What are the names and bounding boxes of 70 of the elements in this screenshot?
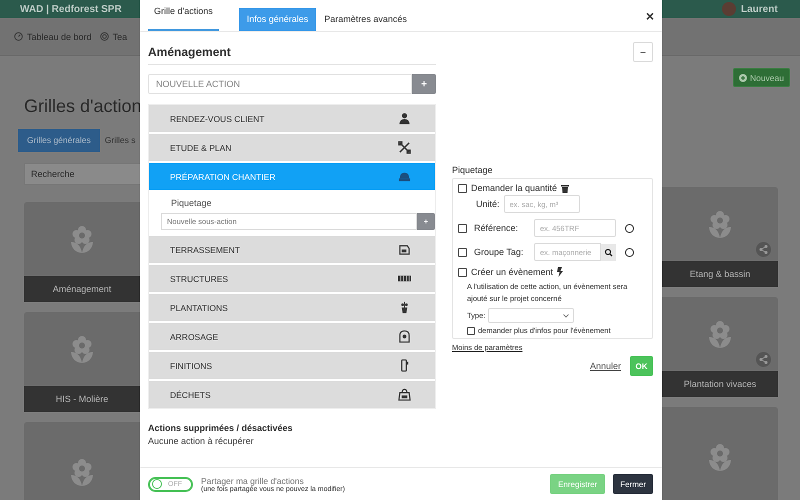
cancel-link[interactable]: Annuler: [590, 361, 621, 371]
grid-card[interactable]: Aménagement: [24, 202, 140, 302]
trash-icon: [561, 184, 570, 192]
checkbox[interactable]: [467, 326, 475, 334]
card-title: Aménagement: [24, 276, 140, 302]
action-item[interactable]: ETUDE & PLAN: [149, 134, 435, 161]
dialog-title-tab[interactable]: Grille d'actions: [148, 0, 219, 31]
flower-icon: [68, 334, 96, 364]
grid-card[interactable]: Plantation vivaces: [662, 297, 778, 397]
search-field[interactable]: Recherche: [24, 163, 140, 185]
option-label: Référence:: [473, 223, 520, 233]
user-name[interactable]: Laurent: [741, 4, 778, 14]
share-icon[interactable]: [756, 242, 771, 257]
plus-circle-icon: [738, 74, 747, 82]
tools-icon: [398, 141, 411, 154]
flower-icon: [706, 442, 734, 472]
brush-icon: [398, 359, 411, 372]
grid-tab[interactable]: Grilles générales: [18, 129, 100, 152]
chevron-down-icon: [563, 314, 570, 318]
action-item[interactable]: PLANTATIONS: [149, 294, 435, 321]
flower-icon: [706, 209, 734, 239]
action-item[interactable]: FINITIONS: [149, 352, 435, 379]
grid-name: Aménagement: [148, 45, 231, 59]
add-button[interactable]: +: [412, 74, 436, 94]
person-icon: [398, 112, 411, 125]
deleted-actions-title: Actions supprimées / désactivées: [148, 423, 294, 433]
option-label: Créer un évènement: [471, 267, 554, 277]
checkbox[interactable]: [458, 248, 467, 256]
flower-icon: [68, 224, 96, 254]
checkbox[interactable]: [458, 268, 467, 276]
new-button[interactable]: Nouveau: [732, 68, 790, 87]
card-title: Etang & bassin: [662, 261, 778, 287]
settings-title: Piquetage: [452, 165, 494, 175]
close-dialog-button[interactable]: Fermer: [613, 474, 653, 494]
new-action-field[interactable]: NOUVELLE ACTION: [148, 74, 412, 94]
page-heading: Grilles d'action: [24, 96, 140, 117]
action-item[interactable]: STRUCTURES: [149, 265, 435, 292]
dome-icon: [398, 330, 411, 343]
deleted-actions-text: Aucune action à récupérer: [148, 436, 255, 446]
unit-label: Unité:: [476, 199, 500, 209]
option-label: Demander la quantité: [471, 183, 558, 193]
grid-card[interactable]: HIS - Molière: [24, 312, 140, 412]
close-button[interactable]: ×: [646, 8, 654, 24]
brand-name: WAD | Redforest SPR: [20, 4, 122, 14]
share-label: Partager ma grille d'actions: [201, 476, 305, 486]
grid-card[interactable]: Etang & bassin: [662, 187, 778, 287]
flower-icon: [706, 319, 734, 349]
help-icon[interactable]: [625, 224, 634, 232]
lightning-icon: [557, 267, 564, 277]
dialog-tab[interactable]: Paramètres avancés: [316, 8, 415, 31]
action-item[interactable]: DÉCHETS: [149, 381, 435, 408]
help-icon[interactable]: [625, 248, 634, 256]
sub-action-item[interactable]: Piquetage: [161, 198, 435, 208]
share-icon[interactable]: [756, 352, 771, 367]
checkbox[interactable]: [458, 184, 467, 192]
helmet-icon: [398, 170, 411, 183]
option-label: Groupe Tag:: [473, 247, 524, 257]
card-title: HIS - Molière: [24, 386, 140, 412]
gauge-icon: [14, 32, 23, 41]
action-item[interactable]: ARROSAGE: [149, 323, 435, 350]
action-item[interactable]: RENDEZ-VOUS CLIENT: [149, 105, 435, 132]
target-icon: [100, 32, 109, 41]
checkbox[interactable]: [458, 224, 467, 232]
card-title: Plantation vivaces: [662, 371, 778, 397]
grid-tab[interactable]: Grilles s: [102, 129, 136, 152]
collapse-button[interactable]: –: [633, 42, 653, 62]
search-icon[interactable]: [601, 244, 616, 260]
flower-icon: [68, 457, 96, 487]
action-item[interactable]: TERRASSEMENT: [149, 236, 435, 263]
bag-icon: [398, 388, 411, 401]
